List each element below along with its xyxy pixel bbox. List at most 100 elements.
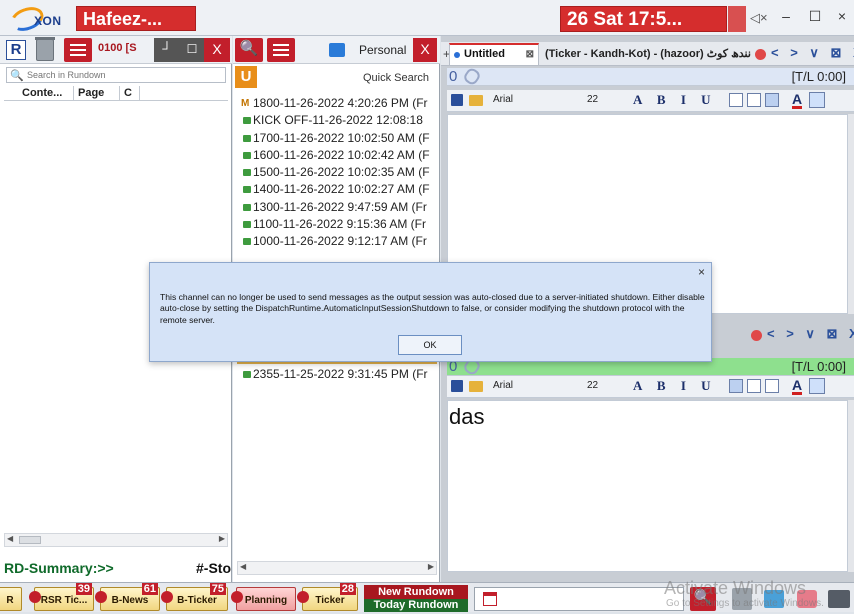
dialog-close-button[interactable]: ×	[698, 265, 705, 279]
planning-button[interactable]: Planning	[231, 587, 296, 611]
align-right-icon[interactable]	[765, 379, 779, 393]
rundown-icon	[243, 169, 251, 177]
date-dropdown[interactable]	[728, 6, 746, 32]
close-panel-button[interactable]: X	[413, 38, 437, 62]
editor2-nav-controls[interactable]: < > ∨ ⊠ X	[767, 326, 854, 342]
font-size-select[interactable]: 22	[587, 94, 598, 105]
vertical-scrollbar[interactable]	[848, 400, 854, 572]
list-item[interactable]: M 1800-11-26-2022 4:20:26 PM (Fr	[241, 95, 437, 112]
scroll-left-icon[interactable]: ◀	[240, 562, 246, 571]
new-rundown-button[interactable]: New Rundown	[364, 585, 468, 599]
horizontal-scrollbar[interactable]: ◀ ▶	[4, 533, 228, 547]
minimize-panel-button[interactable]: ┘	[154, 38, 180, 62]
editor1-status-row: 0 [T/L 0:00]	[447, 66, 854, 87]
story-count-label: #-Sto	[196, 560, 231, 576]
highlight-icon[interactable]	[809, 92, 825, 108]
tab-untitled[interactable]: Untitled ⊠	[449, 43, 539, 65]
b-ticker-button[interactable]: B-Ticker 75	[161, 583, 228, 611]
ball-icon	[95, 591, 107, 603]
align-left-icon[interactable]	[729, 379, 743, 393]
tab-personal[interactable]: Personal	[323, 39, 413, 61]
date-input[interactable]	[474, 587, 684, 611]
scroll-right-icon[interactable]: ▶	[428, 562, 434, 571]
save-icon[interactable]	[451, 380, 463, 392]
list-item[interactable]: 1000-11-26-2022 9:12:17 AM (Fr	[241, 233, 437, 250]
font-color-icon[interactable]: A	[792, 92, 803, 109]
rundown-column-headers: Conte... Page C	[4, 86, 228, 101]
editor1-format-toolbar: Arial 22 A B I U A	[447, 90, 854, 112]
tab-close-icon[interactable]: ⊠	[526, 45, 534, 64]
r-task-button[interactable]: R	[0, 587, 22, 611]
b-news-button[interactable]: B-News 61	[95, 583, 160, 611]
list-item[interactable]: 1600-11-26-2022 10:02:42 AM (F	[241, 147, 437, 164]
printer-icon[interactable]	[828, 590, 850, 608]
editor2-text-area[interactable]	[447, 400, 848, 572]
ok-button[interactable]: OK	[398, 335, 462, 355]
close-panel-button[interactable]: X	[204, 38, 230, 62]
tab-untitled-label: Untitled	[464, 48, 505, 60]
dialog-message: This channel can no longer be used to se…	[160, 292, 705, 325]
trash-icon[interactable]	[35, 37, 55, 61]
scroll-right-icon[interactable]: ▶	[219, 534, 225, 543]
ball-icon	[297, 591, 309, 603]
rundown-icon	[243, 238, 251, 246]
align-left-icon[interactable]	[729, 93, 743, 107]
horizontal-scrollbar[interactable]: ◀ ▶	[237, 561, 437, 575]
speaker-mute-icon[interactable]: ◁×	[750, 10, 768, 26]
open-folder-icon[interactable]	[469, 95, 483, 106]
maximize-button[interactable]: ☐	[803, 8, 827, 25]
font-select[interactable]: Arial	[493, 94, 513, 105]
highlight-icon[interactable]	[809, 378, 825, 394]
editor2-content[interactable]: das	[449, 404, 484, 430]
save-icon[interactable]	[451, 94, 463, 106]
u-button[interactable]: U	[235, 66, 257, 88]
close-window-button[interactable]: ×	[830, 8, 854, 24]
search-icon[interactable]: 🔍	[235, 38, 263, 62]
align-center-icon[interactable]	[747, 93, 761, 107]
close-tab-icon[interactable]	[755, 49, 766, 60]
title-bar: XON Hafeez-... 26 Sat 17:5... ◁× – ☐ ×	[0, 0, 854, 36]
format-buttons[interactable]: A B I U	[633, 378, 717, 394]
list-item[interactable]: 1500-11-26-2022 10:02:35 AM (F	[241, 164, 437, 181]
tab-ticker[interactable]: (Ticker - Kandh-Kot) - (hazoor) نندھ کوٹ	[545, 47, 751, 60]
align-right-icon[interactable]	[765, 93, 779, 107]
ticker-button[interactable]: Ticker 28	[297, 583, 358, 611]
quick-search-label[interactable]: Quick Search	[363, 72, 429, 84]
column-header-c[interactable]: C	[120, 86, 140, 101]
list-item[interactable]: KICK OFF-11-26-2022 12:08:18	[241, 112, 437, 129]
font-color-icon[interactable]: A	[792, 378, 803, 395]
column-header-content[interactable]: Conte...	[18, 86, 74, 101]
activation-watermark-sub: Go to Settings to activate Windows.	[666, 598, 824, 609]
today-rundown-button[interactable]: Today Rundown	[364, 599, 468, 612]
font-select[interactable]: Arial	[493, 380, 513, 391]
list-item[interactable]: 1400-11-26-2022 10:02:27 AM (F	[241, 181, 437, 198]
minimize-button[interactable]: –	[774, 8, 798, 24]
r-button[interactable]: R	[6, 40, 26, 60]
column-header-page[interactable]: Page	[74, 86, 120, 101]
vertical-scrollbar[interactable]	[848, 114, 854, 314]
scroll-left-icon[interactable]: ◀	[7, 534, 13, 543]
open-folder-icon[interactable]	[469, 381, 483, 392]
date-time-display: 26 Sat 17:5...	[560, 6, 727, 32]
list-item[interactable]: 1100-11-26-2022 9:15:36 AM (Fr	[241, 216, 437, 233]
scroll-thumb[interactable]	[19, 536, 41, 544]
rsr-ticker-button[interactable]: RSR Tic... 39	[29, 583, 94, 611]
attachment-icon[interactable]	[461, 66, 483, 87]
list-item[interactable]: 1700-11-26-2022 10:02:50 AM (F	[241, 130, 437, 147]
user-title[interactable]: Hafeez-...	[76, 6, 196, 31]
restore-panel-button[interactable]: ☐	[180, 38, 204, 62]
list-item-text: 1100-11-26-2022 9:15:36 AM (Fr	[253, 217, 426, 232]
menu-icon[interactable]	[64, 38, 92, 62]
task-button-label: R	[6, 595, 14, 606]
list-item[interactable]: 1300-11-26-2022 9:47:59 AM (Fr	[241, 199, 437, 216]
list-item-text: 1000-11-26-2022 9:12:17 AM (Fr	[253, 234, 427, 249]
tab-nav-controls[interactable]: < > ∨ ⊠ X	[771, 45, 854, 61]
align-center-icon[interactable]	[747, 379, 761, 393]
menu-icon[interactable]	[267, 38, 295, 62]
close-tab-icon[interactable]	[751, 330, 762, 341]
list-item[interactable]: 2355-11-25-2022 9:31:45 PM (Fr	[241, 366, 437, 383]
rundown-search-input[interactable]	[27, 68, 223, 82]
calendar-icon[interactable]	[483, 592, 497, 606]
format-buttons[interactable]: A B I U	[633, 92, 717, 108]
font-size-select[interactable]: 22	[587, 380, 598, 391]
